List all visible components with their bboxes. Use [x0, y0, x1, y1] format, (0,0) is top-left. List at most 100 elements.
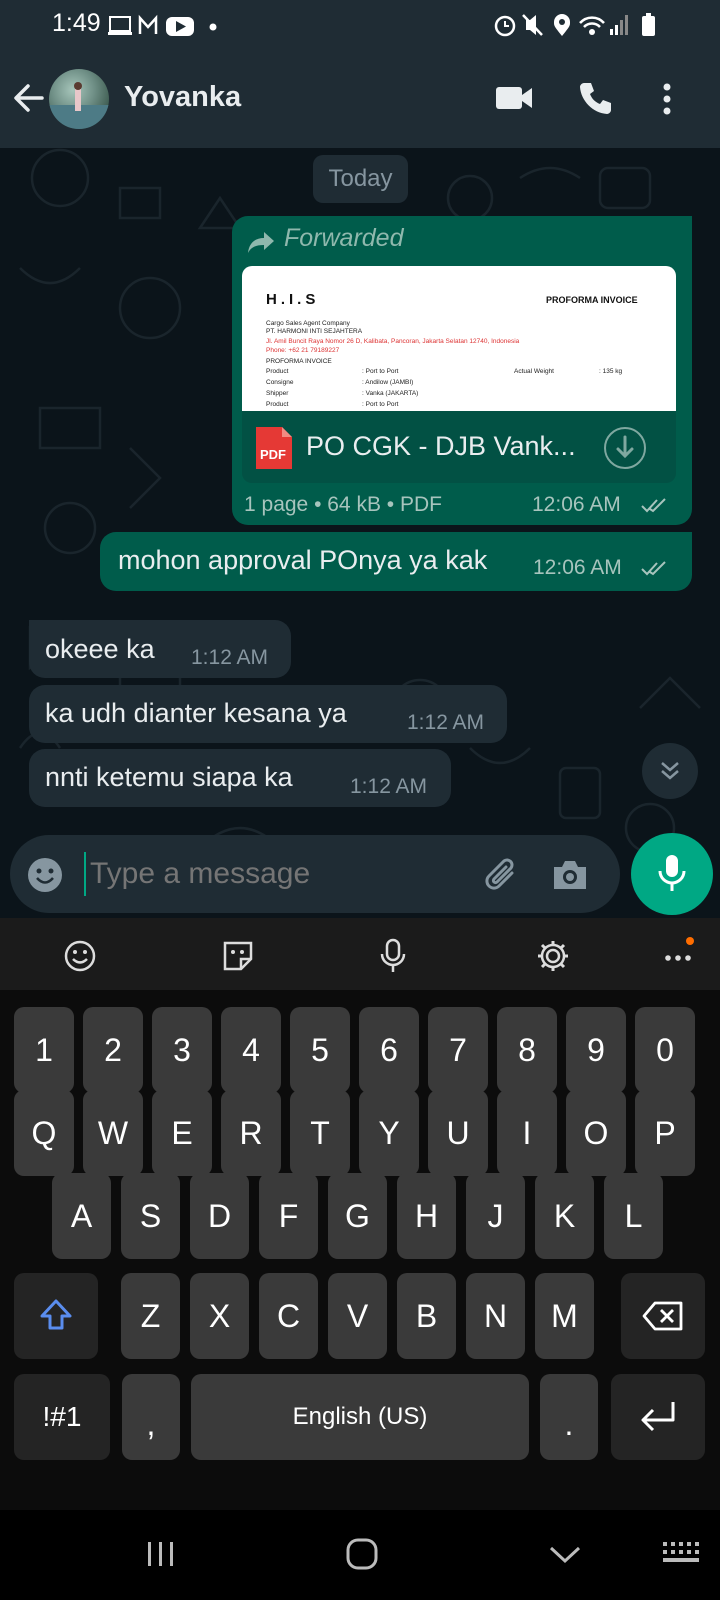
key-i[interactable]: I	[497, 1090, 557, 1176]
symbols-key[interactable]: !#1	[14, 1374, 110, 1460]
emoji-icon[interactable]	[26, 856, 64, 894]
key-h[interactable]: H	[397, 1173, 456, 1259]
scroll-down-button[interactable]	[642, 743, 698, 799]
preview-line: Phone: +62 21 79189227	[266, 347, 340, 354]
space-key[interactable]: English (US)	[191, 1374, 529, 1460]
chevron-down-icon[interactable]	[548, 1544, 582, 1566]
home-icon[interactable]	[345, 1537, 379, 1571]
message-text: ka udh dianter kesana ya	[45, 698, 347, 728]
key-u[interactable]: U	[428, 1090, 488, 1176]
key-o[interactable]: O	[566, 1090, 626, 1176]
more-horiz-icon[interactable]	[662, 936, 698, 972]
key-g[interactable]: G	[328, 1173, 387, 1259]
download-icon[interactable]	[602, 425, 648, 471]
period-key[interactable]: .	[540, 1374, 598, 1460]
key-8[interactable]: 8	[497, 1007, 557, 1093]
avatar[interactable]	[49, 69, 109, 129]
message-time: 1:12 AM	[350, 775, 428, 798]
key-w[interactable]: W	[83, 1090, 143, 1176]
key-f[interactable]: F	[259, 1173, 318, 1259]
key-2[interactable]: 2	[83, 1007, 143, 1093]
text-cursor	[84, 852, 86, 896]
enter-icon	[641, 1402, 675, 1432]
message-bubble-outgoing[interactable]: mohon approval POnya ya kak 12:06 AM	[100, 532, 692, 591]
phone-icon[interactable]	[578, 80, 614, 116]
preview-line: PT. HARMONI INTI SEJAHTERA	[266, 328, 363, 335]
key-j[interactable]: J	[466, 1173, 525, 1259]
key-y[interactable]: Y	[359, 1090, 419, 1176]
key-q[interactable]: Q	[14, 1090, 74, 1176]
key-s[interactable]: S	[121, 1173, 180, 1259]
pdf-icon-label: PDF	[260, 447, 286, 462]
key-3[interactable]: 3	[152, 1007, 212, 1093]
key-z[interactable]: Z	[121, 1273, 180, 1359]
key-5[interactable]: 5	[290, 1007, 350, 1093]
camera-icon[interactable]	[550, 857, 590, 893]
key-c[interactable]: C	[259, 1273, 318, 1359]
preview-logo: H.I.S	[266, 291, 320, 308]
preview-row-value: : 135 kg	[599, 368, 623, 375]
keyboard-switch-icon[interactable]	[663, 1542, 699, 1568]
message-text: nnti ketemu siapa ka	[45, 762, 293, 792]
key-9[interactable]: 9	[566, 1007, 626, 1093]
key-4[interactable]: 4	[221, 1007, 281, 1093]
key-x[interactable]: X	[190, 1273, 249, 1359]
key-7[interactable]: 7	[428, 1007, 488, 1093]
key-e[interactable]: E	[152, 1090, 212, 1176]
back-arrow-icon[interactable]	[12, 80, 46, 116]
forward-icon	[248, 232, 274, 253]
attach-icon[interactable]	[482, 855, 522, 895]
preview-line: PROFORMA INVOICE	[266, 358, 332, 365]
key-1[interactable]: 1	[14, 1007, 74, 1093]
chat-area[interactable]: Today Forwarded H.I.S PROFORMA INVOICE C…	[0, 148, 720, 918]
key-n[interactable]: N	[466, 1273, 525, 1359]
shift-key[interactable]	[14, 1273, 98, 1359]
message-bubble-incoming[interactable]: ka udh dianter kesana ya 1:12 AM	[29, 685, 507, 743]
backspace-icon	[642, 1301, 683, 1331]
key-d[interactable]: D	[190, 1173, 249, 1259]
key-a[interactable]: A	[52, 1173, 111, 1259]
enter-key[interactable]	[611, 1374, 705, 1460]
message-composer	[10, 835, 620, 913]
message-bubble-incoming[interactable]: nnti ketemu siapa ka 1:12 AM	[29, 749, 451, 807]
mic-icon	[658, 855, 686, 891]
emoji-icon[interactable]	[63, 939, 97, 973]
more-vert-icon[interactable]	[660, 81, 674, 117]
preview-row-value: : Port to Port	[362, 401, 399, 408]
voice-record-button[interactable]	[631, 833, 713, 915]
preview-row-value: : Port to Port	[362, 368, 399, 375]
key-p[interactable]: P	[635, 1090, 695, 1176]
message-input[interactable]	[88, 849, 472, 899]
key-b[interactable]: B	[397, 1273, 456, 1359]
key-t[interactable]: T	[290, 1090, 350, 1176]
message-text: okeee ka	[45, 634, 155, 664]
preview-line: Cargo Sales Agent Company	[266, 320, 350, 327]
status-time: 1:49	[52, 9, 101, 37]
key-k[interactable]: K	[535, 1173, 594, 1259]
message-time: 1:12 AM	[191, 646, 269, 669]
preview-title: PROFORMA INVOICE	[546, 295, 638, 305]
key-0[interactable]: 0	[635, 1007, 695, 1093]
document-file-row[interactable]: PDF PO CGK - DJB Vank...	[242, 411, 676, 483]
comma-key[interactable]: ,	[122, 1374, 180, 1460]
document-preview[interactable]: H.I.S PROFORMA INVOICE Cargo Sales Agent…	[242, 266, 676, 411]
preview-row-label: Product	[266, 368, 289, 375]
recent-apps-icon[interactable]	[146, 1540, 176, 1568]
message-bubble-incoming[interactable]: okeee ka 1:12 AM	[29, 620, 291, 678]
mic-icon[interactable]	[379, 937, 407, 975]
chat-header: Yovanka	[0, 50, 720, 148]
backspace-key[interactable]	[621, 1273, 705, 1359]
sticker-icon[interactable]	[221, 939, 255, 973]
key-m[interactable]: M	[535, 1273, 594, 1359]
settings-icon[interactable]	[535, 938, 571, 974]
keyboard: 1234567890 QWERTYUIOP ASDFGHJKL ZXCVBNM …	[0, 990, 720, 1510]
video-call-icon[interactable]	[494, 83, 536, 113]
key-6[interactable]: 6	[359, 1007, 419, 1093]
forwarded-document-bubble[interactable]: Forwarded H.I.S PROFORMA INVOICE Cargo S…	[232, 216, 692, 525]
contact-name[interactable]: Yovanka	[124, 81, 241, 114]
key-l[interactable]: L	[604, 1173, 663, 1259]
message-text: mohon approval POnya ya kak	[118, 545, 488, 575]
date-chip: Today	[313, 155, 408, 203]
key-r[interactable]: R	[221, 1090, 281, 1176]
key-v[interactable]: V	[328, 1273, 387, 1359]
